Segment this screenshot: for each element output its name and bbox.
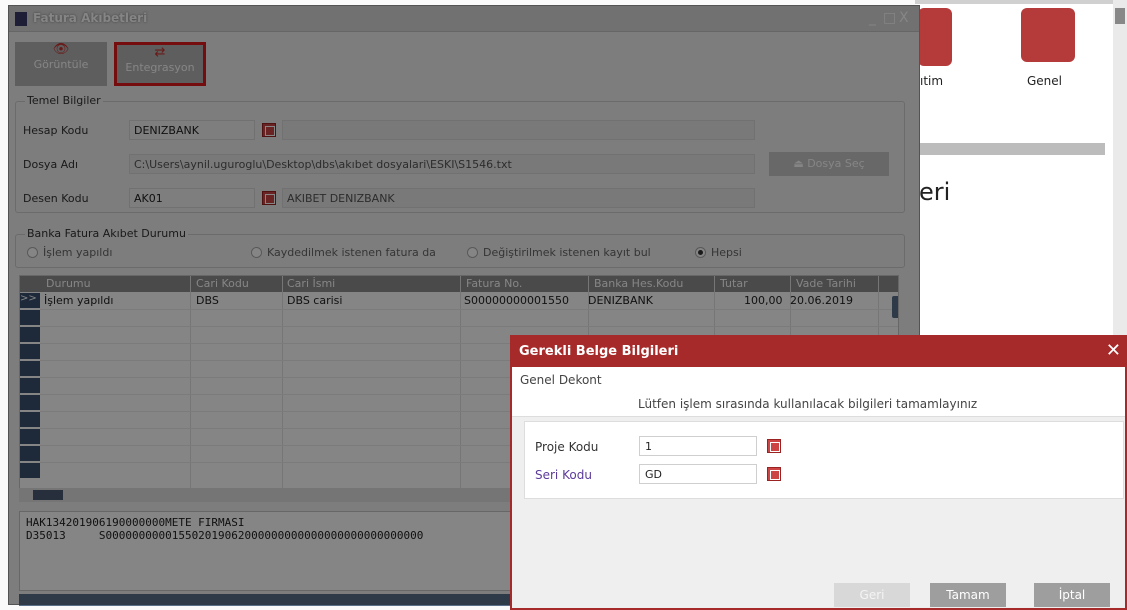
background-top-bar [915,0,1127,4]
gerekli-belge-dialog: Gerekli Belge Bilgileri ✕ Genel Dekont L… [510,335,1127,610]
dialog-header: Genel Dekont Lütfen işlem sırasında kull… [512,367,1125,417]
production-tile-icon[interactable] [918,8,952,66]
proje-kodu-label: Proje Kodu [535,440,599,454]
background-heading-fragment: eri [919,178,951,206]
general-tile-icon[interactable] [1021,8,1075,62]
seri-kodu-label: Seri Kodu [535,468,592,482]
dialog-title-bar[interactable]: Gerekli Belge Bilgileri ✕ [512,337,1125,367]
bg-tile-label-genel: Genel [1027,74,1063,88]
bg-tile-label-left: ıtim [920,74,944,88]
proje-lookup-icon[interactable] [767,439,781,453]
dialog-title: Gerekli Belge Bilgileri [519,344,679,359]
dialog-fields-panel: Proje Kodu 1 Seri Kodu GD [524,421,1124,499]
seri-kodu-input[interactable]: GD [639,464,757,484]
iptal-button[interactable]: İptal [1034,583,1110,607]
background-strip [915,143,1105,155]
dialog-subtitle: Genel Dekont [520,373,602,387]
seri-lookup-icon[interactable] [767,467,781,481]
background-scroll-thumb[interactable] [1115,8,1125,24]
tamam-button[interactable]: Tamam [930,583,1006,607]
geri-button[interactable]: Geri [834,583,910,607]
dialog-description: Lütfen işlem sırasında kullanılacak bilg… [638,397,978,411]
proje-kodu-input[interactable]: 1 [639,436,757,456]
dialog-close-icon[interactable]: ✕ [1106,340,1121,361]
